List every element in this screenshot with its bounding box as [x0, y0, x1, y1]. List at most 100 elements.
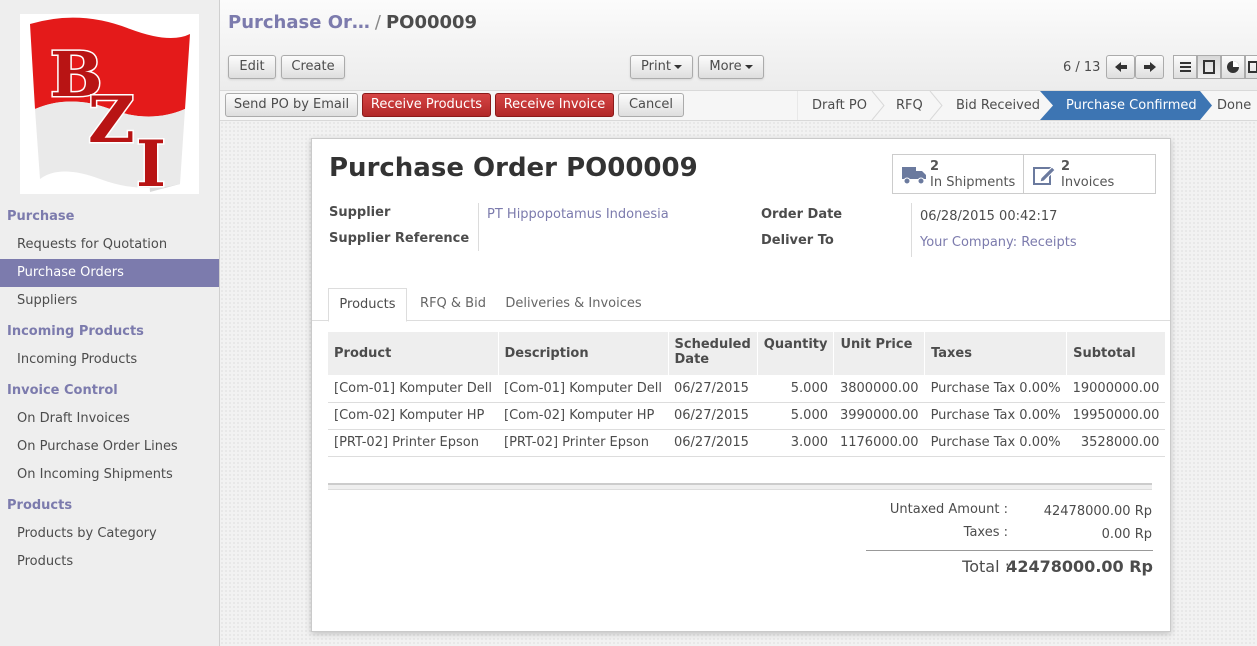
pager-value: 6 / 13 [1063, 60, 1101, 75]
cancel-button[interactable]: Cancel [618, 93, 684, 117]
column-header-product[interactable]: Product [328, 332, 499, 375]
print-dropdown-button[interactable]: Print [630, 55, 693, 79]
tab-deliveries-invoices[interactable]: Deliveries & Invoices [502, 288, 645, 321]
cell-description: [Com-02] Komputer HP [498, 402, 668, 430]
stage-purchase-confirmed[interactable]: Purchase Confirmed [1066, 91, 1197, 120]
sidebar-item-products[interactable]: Products [0, 548, 219, 576]
sidebar-item-incoming-products[interactable]: Incoming Products [0, 346, 219, 374]
untaxed-amount-value: 42478000.00 Rp [1043, 504, 1152, 519]
breadcrumb: Purchase Or… / PO00009 [228, 12, 477, 33]
cell-scheduled-date: 06/27/2015 [668, 402, 758, 430]
invoices-label: Invoices [1061, 175, 1115, 190]
sidebar-item-requests-for-quotation[interactable]: Requests for Quotation [0, 231, 219, 259]
pager-next-button[interactable] [1135, 55, 1164, 79]
send-po-by-email-button[interactable]: Send PO by Email [225, 93, 358, 117]
pie-chart-icon [1227, 61, 1239, 73]
sidebar-item-on-draft-invoices[interactable]: On Draft Invoices [0, 405, 219, 433]
column-header-unit-price[interactable]: Unit Price [833, 332, 926, 375]
stage-pipeline: Draft PO RFQ Bid Received Purchase Confi… [797, 91, 1257, 120]
graph-view-button[interactable] [1221, 55, 1245, 79]
tab-products[interactable]: Products [328, 288, 407, 322]
deliver-to-field[interactable]: Your Company: Receipts [920, 235, 1077, 250]
more-dropdown-button[interactable]: More [698, 55, 764, 79]
menu-section-products[interactable]: Products [0, 492, 219, 520]
stage-draft-po[interactable]: Draft PO [812, 91, 867, 120]
sidebar-item-purchase-orders[interactable]: Purchase Orders [0, 259, 219, 287]
control-panel: Purchase Or… / PO00009 Edit Create Print M… [220, 0, 1257, 91]
breadcrumb-parent-link[interactable]: Purchase Or… [228, 12, 370, 33]
arrow-left-icon [1115, 62, 1127, 72]
cell-unit-price: 3990000.00 [833, 402, 925, 430]
svg-text:Z: Z [88, 83, 135, 158]
totals-divider [866, 550, 1153, 551]
cell-taxes: Purchase Tax 0.00% [924, 429, 1067, 457]
column-header-subtotal[interactable]: Subtotal [1066, 332, 1166, 375]
arrow-right-icon [1144, 62, 1156, 72]
title-number: PO00009 [566, 153, 698, 183]
cell-quantity: 5.000 [757, 375, 834, 403]
cell-quantity: 5.000 [757, 402, 834, 430]
sidebar-item-on-purchase-order-lines[interactable]: On Purchase Order Lines [0, 433, 219, 461]
supplier-reference-label: Supplier Reference [329, 231, 470, 246]
menu-section-invoice-control[interactable]: Invoice Control [0, 377, 219, 405]
menu-section-purchase[interactable]: Purchase [0, 203, 219, 231]
menu-section-incoming-products[interactable]: Incoming Products [0, 318, 219, 346]
untaxed-amount-label: Untaxed Amount : [889, 502, 1008, 517]
supplier-field[interactable]: PT Hippopotamus Indonesia [487, 207, 669, 222]
pager-previous-button[interactable] [1106, 55, 1135, 79]
supplier-label: Supplier [329, 205, 391, 220]
company-logo[interactable]: B Z I [20, 14, 199, 204]
calendar-view-button[interactable] [1245, 55, 1257, 79]
tab-rfq-bid[interactable]: RFQ & Bid [411, 288, 495, 321]
cell-subtotal: 19000000.00 [1066, 375, 1166, 403]
table-row[interactable]: [Com-02] Komputer HP [Com-02] Komputer H… [328, 402, 1166, 430]
svg-text:I: I [136, 127, 166, 194]
column-header-quantity[interactable]: Quantity [757, 332, 835, 375]
column-header-taxes[interactable]: Taxes [924, 332, 1068, 375]
list-view-button[interactable] [1173, 55, 1197, 79]
cell-product: [PRT-02] Printer Epson [328, 429, 498, 457]
receive-products-button[interactable]: Receive Products [362, 93, 491, 117]
pencil-square-icon [1033, 166, 1056, 185]
notebook-tabs: Products RFQ & Bid Deliveries & Invoices [312, 288, 1170, 322]
breadcrumb-separator: / [374, 12, 381, 33]
cell-product: [Com-02] Komputer HP [328, 402, 498, 430]
cell-description: [PRT-02] Printer Epson [498, 429, 668, 457]
create-button[interactable]: Create [281, 55, 345, 79]
column-header-description[interactable]: Description [498, 332, 669, 375]
cell-unit-price: 1176000.00 [833, 429, 925, 457]
invoices-button[interactable]: 2 Invoices [1024, 155, 1155, 193]
sidebar: B Z I Purchase Requests for Quotation Pu… [0, 0, 220, 646]
stage-bid-received[interactable]: Bid Received [956, 91, 1040, 120]
sidebar-item-products-by-category[interactable]: Products by Category [0, 520, 219, 548]
taxes-value: 0.00 Rp [1101, 527, 1152, 542]
edit-button[interactable]: Edit [228, 55, 276, 79]
form-view-button[interactable] [1197, 55, 1221, 79]
table-header-row: Product Description Scheduled Date Quant… [328, 332, 1166, 375]
list-icon [1180, 62, 1191, 72]
sidebar-item-on-incoming-shipments[interactable]: On Incoming Shipments [0, 461, 219, 489]
cell-taxes: Purchase Tax 0.00% [924, 375, 1067, 403]
cell-unit-price: 3800000.00 [833, 375, 925, 403]
in-shipments-label: In Shipments [930, 175, 1016, 190]
in-shipments-button[interactable]: 2 In Shipments [893, 155, 1024, 193]
form-sheet: Purchase Order PO00009 2 In Shipments 2 … [311, 138, 1171, 632]
caret-down-icon [673, 64, 682, 69]
stage-rfq[interactable]: RFQ [896, 91, 923, 120]
receive-invoice-button[interactable]: Receive Invoice [495, 93, 614, 117]
column-header-scheduled-date[interactable]: Scheduled Date [668, 332, 758, 375]
field-divider [911, 203, 912, 257]
order-date-field[interactable]: 06/28/2015 00:42:17 [920, 209, 1057, 224]
order-date-label: Order Date [761, 207, 843, 222]
cell-scheduled-date: 06/27/2015 [668, 375, 758, 403]
in-shipments-count: 2 [930, 159, 940, 174]
stage-done[interactable]: Done [1217, 91, 1251, 120]
table-row[interactable]: [PRT-02] Printer Epson [PRT-02] Printer … [328, 429, 1166, 457]
breadcrumb-current: PO00009 [385, 12, 478, 33]
form-icon [1203, 60, 1215, 74]
table-footer-bar [328, 483, 1152, 490]
cell-subtotal: 19950000.00 [1066, 402, 1166, 430]
total-value: 42478000.00 Rp [1006, 557, 1153, 576]
table-row[interactable]: [Com-01] Komputer Dell [Com-01] Komputer… [328, 375, 1166, 403]
sidebar-item-suppliers[interactable]: Suppliers [0, 287, 219, 315]
